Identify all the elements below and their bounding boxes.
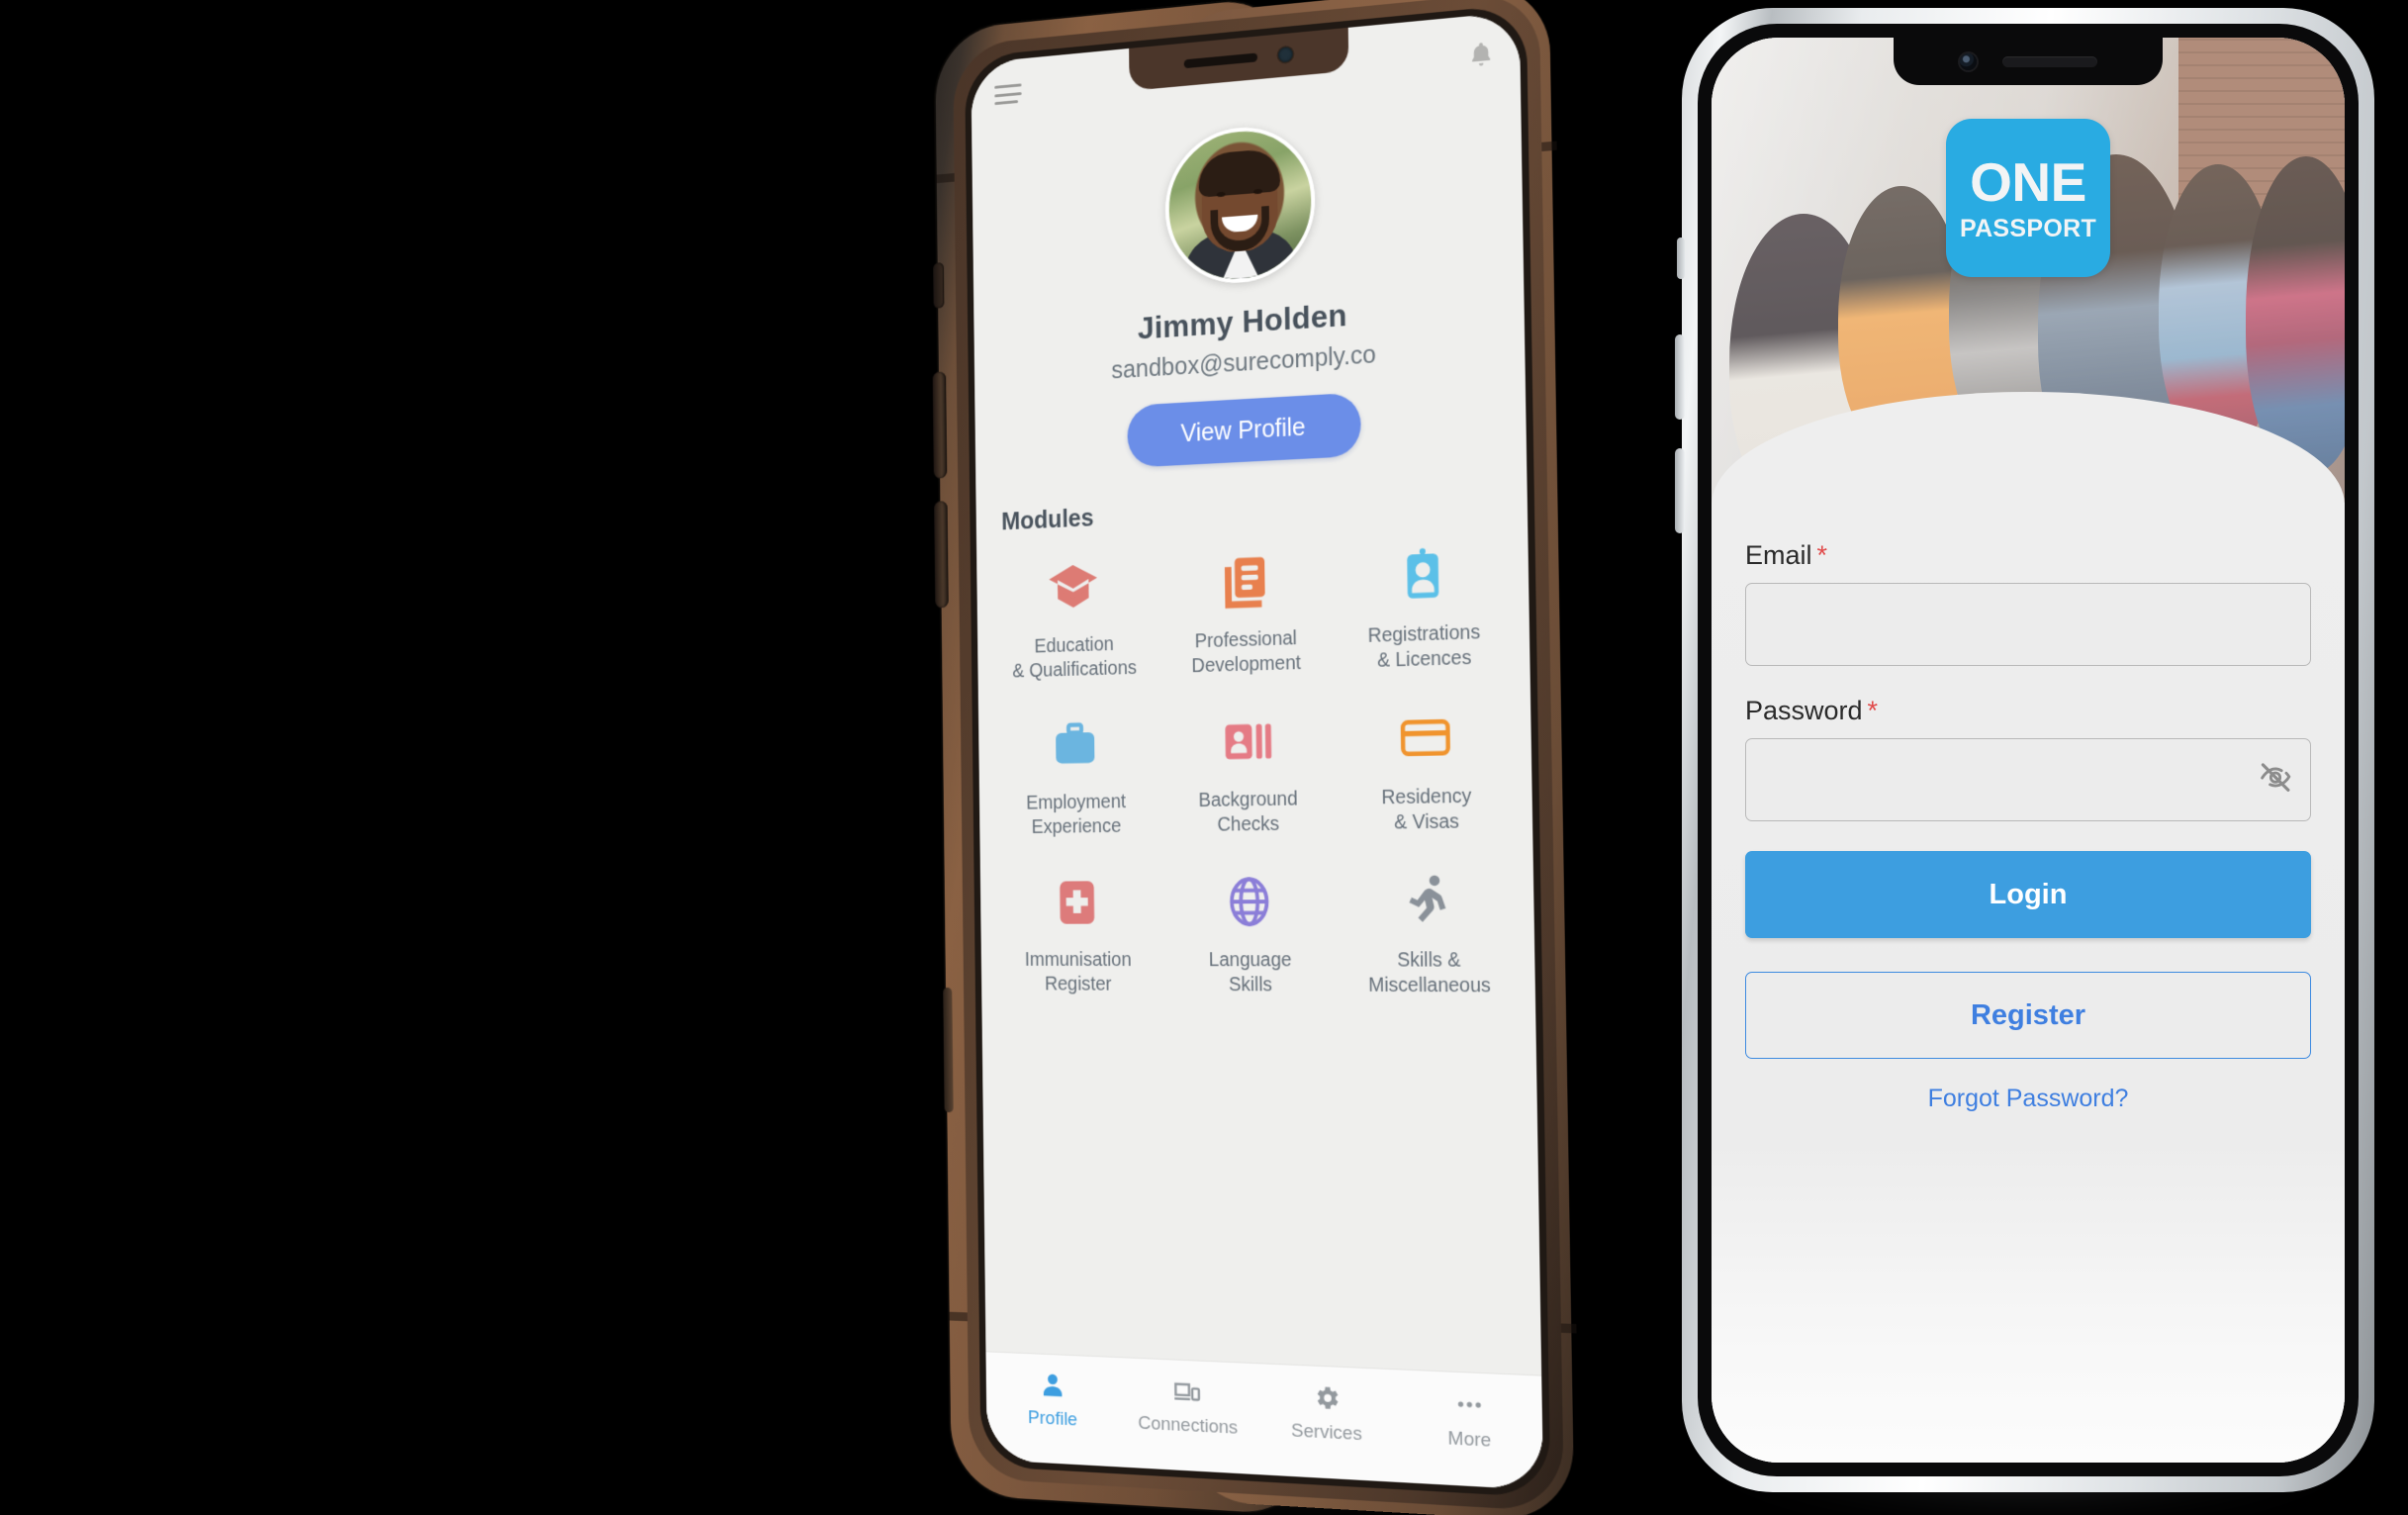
credit-card-icon: [1394, 706, 1456, 769]
id-card-icon: [1217, 710, 1276, 773]
ellipsis-icon: [1453, 1386, 1484, 1422]
volume-up-button[interactable]: [933, 371, 948, 478]
nav-label: Services: [1291, 1420, 1362, 1446]
module-tile-education[interactable]: Education & Qualifications: [989, 555, 1159, 685]
email-input-wrap: [1745, 583, 2311, 666]
module-label: Education & Qualifications: [1012, 632, 1137, 685]
devices-icon: [1172, 1373, 1202, 1408]
login-card: Email * Password * Login Register Forgot…: [1712, 392, 2345, 1463]
profile-header: Jimmy Holden sandbox@surecomply.co View …: [972, 96, 1527, 476]
module-tile-skills-misc[interactable]: Skills & Miscellaneous: [1338, 869, 1522, 999]
nav-item-services[interactable]: Services: [1255, 1377, 1397, 1448]
id-badge-icon: [1392, 542, 1454, 607]
logo-text-one: ONE: [1970, 155, 2086, 210]
password-label-text: Password: [1745, 696, 1863, 725]
documents-icon: [1215, 550, 1274, 614]
password-label: Password *: [1745, 696, 2311, 726]
module-tile-immunisation[interactable]: Immunisation Register: [993, 872, 1164, 997]
module-tile-language-skills[interactable]: Language Skills: [1162, 870, 1340, 997]
register-button[interactable]: Register: [1745, 972, 2311, 1059]
left-phone-screen: Jimmy Holden sandbox@surecomply.co View …: [971, 11, 1543, 1490]
eye-off-icon[interactable]: [2258, 760, 2293, 801]
module-label: Residency & Visas: [1381, 784, 1472, 835]
mockup-stage: Jimmy Holden sandbox@surecomply.co View …: [0, 0, 2408, 1515]
volume-up-button[interactable]: [1675, 334, 1685, 420]
medical-cross-icon: [1049, 872, 1106, 932]
app-logo: ONE PASSPORT: [1946, 119, 2110, 277]
sim-tray[interactable]: [943, 988, 953, 1112]
module-label: Employment Experience: [1026, 790, 1126, 839]
module-label: Language Skills: [1209, 948, 1292, 997]
logo-text-passport: PASSPORT: [1960, 217, 2096, 241]
briefcase-icon: [1047, 714, 1104, 776]
running-person-icon: [1397, 869, 1459, 931]
profile-screen: Jimmy Holden sandbox@surecomply.co View …: [971, 11, 1543, 1490]
module-tile-professional-development[interactable]: Professional Development: [1158, 548, 1335, 680]
person-icon: [1038, 1368, 1065, 1402]
module-label: Background Checks: [1198, 787, 1298, 837]
email-field-group: Email *: [1745, 540, 2311, 666]
required-asterisk: *: [1817, 540, 1828, 570]
module-tile-employment[interactable]: Employment Experience: [991, 713, 1161, 840]
module-label: Immunisation Register: [1025, 948, 1132, 996]
password-input-wrap: [1745, 738, 2311, 821]
email-input[interactable]: [1745, 583, 2311, 666]
notch: [1894, 38, 2163, 85]
right-phone-screen: ONE PASSPORT Email * Password * Login Re…: [1712, 38, 2345, 1463]
gear-icon: [1311, 1380, 1341, 1416]
mute-switch[interactable]: [933, 262, 944, 309]
earpiece-speaker: [1183, 52, 1256, 68]
email-label-text: Email: [1745, 540, 1812, 570]
forgot-password-link[interactable]: Forgot Password?: [1745, 1085, 2311, 1113]
mute-switch[interactable]: [1677, 237, 1685, 279]
email-label: Email *: [1745, 540, 2311, 571]
nav-label: Connections: [1138, 1413, 1238, 1440]
view-profile-button[interactable]: View Profile: [1127, 392, 1361, 467]
profile-name: Jimmy Holden: [1138, 297, 1347, 346]
modules-heading: Modules: [1001, 484, 1528, 536]
modules-grid: Education & Qualifications Professional …: [976, 539, 1541, 1374]
earpiece-speaker: [2002, 56, 2097, 67]
bell-icon[interactable]: [1466, 38, 1497, 72]
login-screen: ONE PASSPORT Email * Password * Login Re…: [1712, 38, 2345, 1463]
password-field-group: Password *: [1745, 696, 2311, 821]
module-tile-registrations[interactable]: Registrations & Licences: [1333, 540, 1516, 675]
avatar[interactable]: [1164, 122, 1316, 288]
volume-down-button[interactable]: [1675, 448, 1685, 533]
module-tile-residency[interactable]: Residency & Visas: [1335, 705, 1519, 836]
left-phone-device: Jimmy Holden sandbox@surecomply.co View …: [935, 0, 1626, 1515]
globe-icon: [1220, 871, 1280, 932]
hamburger-menu-icon[interactable]: [994, 83, 1022, 105]
module-label: Professional Development: [1191, 626, 1301, 679]
graduation-cap-icon: [1045, 557, 1102, 619]
password-input[interactable]: [1745, 738, 2311, 821]
volume-down-button[interactable]: [934, 501, 949, 608]
required-asterisk: *: [1868, 696, 1879, 725]
module-label: Registrations & Licences: [1368, 620, 1481, 674]
right-phone-device: ONE PASSPORT Email * Password * Login Re…: [1682, 8, 2408, 1512]
nav-label: More: [1447, 1428, 1491, 1453]
avatar-hair: [1198, 148, 1280, 198]
front-camera: [1278, 47, 1293, 62]
login-button[interactable]: Login: [1745, 851, 2311, 938]
nav-label: Profile: [1028, 1407, 1077, 1431]
nav-item-profile[interactable]: Profile: [986, 1366, 1120, 1434]
module-label: Skills & Miscellaneous: [1368, 948, 1491, 998]
front-camera: [1960, 53, 1977, 70]
profile-email: sandbox@surecomply.co: [1111, 340, 1376, 385]
module-tile-background-checks[interactable]: Background Checks: [1159, 709, 1337, 838]
nav-item-more[interactable]: More: [1397, 1384, 1543, 1456]
nav-item-connections[interactable]: Connections: [1119, 1372, 1256, 1441]
